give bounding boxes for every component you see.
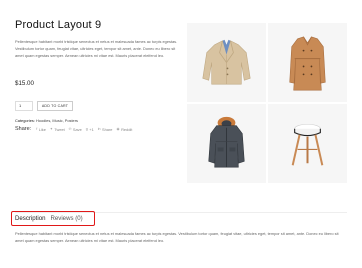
categories-value[interactable]: Hoodies, Music, Posters [36, 118, 78, 123]
share-twitter-button[interactable]: ✦ Tweet [50, 127, 65, 132]
linkedin-icon: in [97, 127, 101, 131]
add-to-cart-form: ADD TO CART [15, 101, 73, 111]
share-google-plus-button[interactable]: g +1 [86, 127, 94, 132]
share-bar: Share: f Like ✦ Tweet ℗ Save g +1 in Sha… [15, 126, 132, 132]
reddit-icon: ◉ [116, 127, 120, 131]
share-linkedin-label: Share [102, 126, 113, 132]
gallery-item-trench-coat[interactable] [268, 23, 347, 102]
add-to-cart-button[interactable]: ADD TO CART [37, 101, 73, 111]
grey-parka-image [208, 116, 245, 168]
product-categories: Categories: Hoodies, Music, Posters [15, 118, 78, 123]
share-linkedin-button[interactable]: in Share [98, 127, 113, 132]
wooden-stool-image [291, 123, 324, 166]
tab-description[interactable]: Description [15, 215, 45, 222]
product-tabs: Description Reviews (0) [11, 211, 95, 226]
share-facebook-label: Like [38, 126, 46, 132]
camel-trench-coat-image [289, 36, 326, 91]
gallery-item-stool[interactable] [268, 104, 347, 183]
share-reddit-button[interactable]: ◉ Reddit [116, 127, 132, 132]
quantity-input[interactable] [15, 101, 33, 111]
share-twitter-label: Tweet [54, 126, 65, 132]
google-plus-icon: g [85, 127, 88, 131]
gallery-item-parka[interactable] [187, 104, 266, 183]
share-pinterest-button[interactable]: ℗ Save [69, 127, 82, 132]
product-price: $15.00 [15, 80, 34, 87]
gallery-item-blazer[interactable] [187, 23, 266, 102]
product-gallery [187, 23, 347, 183]
share-label: Share: [15, 126, 32, 132]
pinterest-icon: ℗ [68, 127, 72, 131]
share-pinterest-label: Save [72, 126, 82, 132]
product-short-description: Pellentesque habitant morbi tristique se… [15, 39, 178, 58]
beige-blazer-image [202, 39, 251, 85]
description-tab-content: Pellentesque habitant morbi tristique se… [15, 231, 339, 244]
twitter-icon: ✦ [49, 127, 53, 131]
categories-label: Categories: [15, 118, 35, 123]
product-title: Product Layout 9 [15, 19, 102, 31]
share-facebook-button[interactable]: f Like [36, 127, 46, 132]
share-reddit-label: Reddit [121, 126, 133, 132]
tab-reviews[interactable]: Reviews (0) [50, 215, 82, 222]
share-google-plus-label: +1 [89, 126, 94, 132]
facebook-icon: f [36, 127, 38, 131]
